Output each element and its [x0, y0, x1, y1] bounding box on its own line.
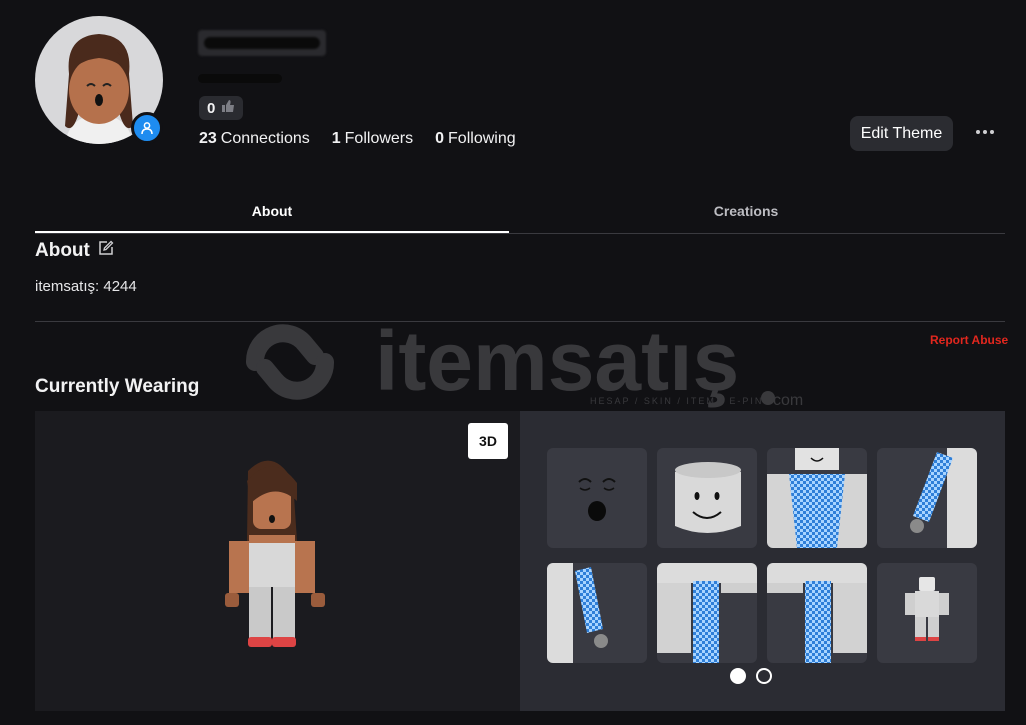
left-leg-icon[interactable]	[657, 563, 757, 663]
profile-avatar[interactable]	[35, 16, 163, 144]
right-leg-icon[interactable]	[767, 563, 867, 663]
about-description: itemsatış: 4244	[35, 278, 137, 295]
currently-wearing-heading: Currently Wearing	[35, 376, 200, 397]
wearing-grid	[547, 448, 977, 663]
watermark-logo: itemsatış HESAP / SKIN / ITEM / E-PIN co…	[215, 312, 815, 412]
avatar-figure-icon	[225, 460, 325, 647]
svg-text:itemsatış: itemsatış	[375, 314, 739, 408]
followers-link[interactable]: 1 Followers	[332, 130, 413, 148]
svg-text:com: com	[773, 392, 803, 409]
vote-count: 0	[199, 96, 244, 120]
page-dot-1[interactable]	[730, 668, 746, 684]
display-name-redacted	[198, 70, 282, 86]
thumbs-up-icon	[221, 99, 235, 117]
username-redacted	[198, 30, 326, 56]
edit-icon[interactable]	[98, 240, 114, 262]
about-title: About	[35, 240, 90, 261]
profile-stats: 23 Connections 1 Followers 0 Following	[199, 130, 516, 148]
wearing-items-panel	[520, 411, 1005, 711]
right-arm-icon[interactable]	[877, 448, 977, 548]
more-options-icon[interactable]	[972, 122, 998, 142]
tab-creations[interactable]: Creations	[509, 190, 983, 231]
edit-theme-button[interactable]: Edit Theme	[850, 116, 953, 151]
page-dot-2[interactable]	[756, 668, 772, 684]
following-link[interactable]: 0 Following	[435, 130, 516, 148]
blue-checker-shirt-icon[interactable]	[767, 448, 867, 548]
verified-badge-icon	[131, 112, 163, 144]
about-heading: About	[35, 240, 114, 262]
classic-head-icon[interactable]	[657, 448, 757, 548]
report-abuse-link[interactable]: Report Abuse	[930, 333, 1008, 347]
connections-link[interactable]: 23 Connections	[199, 130, 310, 148]
view-3d-toggle[interactable]: 3D	[468, 423, 508, 459]
svg-text:HESAP / SKIN / ITEM / E-PIN: HESAP / SKIN / ITEM / E-PIN	[590, 396, 763, 406]
profile-tabs: About Creations	[35, 190, 1005, 234]
mini-avatar-icon[interactable]	[877, 563, 977, 663]
vote-count-value: 0	[207, 99, 216, 117]
avatar-viewer[interactable]: 3D	[35, 411, 520, 711]
left-arm-icon[interactable]	[547, 563, 647, 663]
carousel-pagination	[730, 668, 772, 684]
sleepy-face-icon[interactable]	[547, 448, 647, 548]
tab-about[interactable]: About	[35, 190, 509, 233]
